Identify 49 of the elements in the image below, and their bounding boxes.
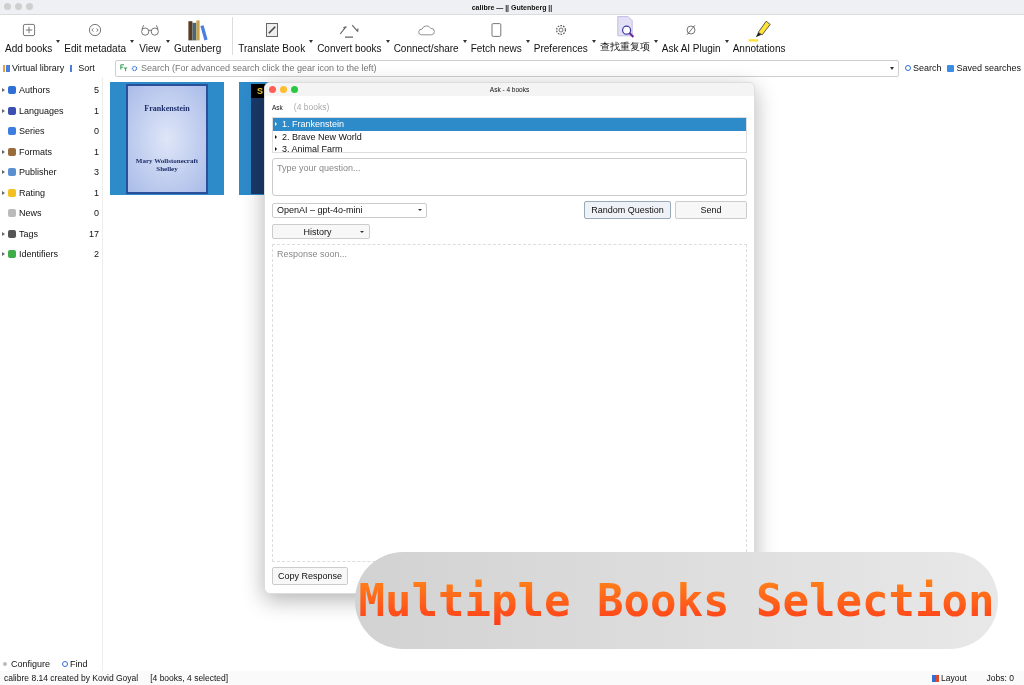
search-button[interactable]: Search: [904, 63, 942, 73]
send-button[interactable]: Send: [675, 201, 747, 219]
tag-browser-item[interactable]: Series 0: [0, 121, 102, 142]
configure-button[interactable]: Configure: [3, 659, 51, 669]
model-dropdown[interactable]: OpenAI – gpt-4o-mini: [272, 202, 427, 218]
toolbar-button[interactable]: 查找重复项: [596, 15, 659, 59]
virtual-library-button[interactable]: Virtual library: [3, 63, 65, 73]
tag-browser-item[interactable]: News 0: [0, 203, 102, 224]
history-button[interactable]: History: [272, 224, 370, 239]
question-field[interactable]: Type your question...: [272, 158, 747, 196]
book-list-item[interactable]: 2. Brave New World: [273, 130, 746, 143]
book-list-item[interactable]: 3. Animal Farm: [273, 143, 746, 152]
saved-searches-button[interactable]: Saved searches: [947, 63, 1021, 73]
jobs-count: Jobs: 0: [986, 673, 1014, 683]
dialog-button[interactable]: Copy Response: [272, 567, 349, 585]
toolbar-button[interactable]: Add books: [2, 18, 62, 59]
filter-icon[interactable]: [119, 64, 128, 72]
find-button[interactable]: Find: [62, 659, 88, 669]
random-question-button[interactable]: Random Question: [584, 201, 671, 219]
toolbar-button[interactable]: Translate Book: [235, 18, 315, 59]
cover-title: Frankenstein: [144, 103, 190, 113]
toolbar-button[interactable]: Annotations: [729, 18, 795, 59]
book-list[interactable]: 1. Frankenstein 2. Brave New World 3. Animal Farm: [272, 117, 747, 153]
toolbar-button[interactable]: Connect/share: [390, 18, 468, 59]
book-list-item[interactable]: 1. Frankenstein: [273, 118, 746, 131]
tag-browser-item[interactable]: Tags 17: [0, 223, 102, 244]
toolbar-button[interactable]: Preferences: [530, 18, 597, 59]
toolbar-button[interactable]: Edit metadata: [61, 18, 135, 59]
book-count: (4 books): [293, 102, 330, 112]
books-icon: [185, 18, 210, 42]
sort-button[interactable]: Sort: [70, 63, 95, 73]
layout-button[interactable]: Layout: [932, 673, 967, 683]
tag-browser-item[interactable]: Authors 5: [0, 80, 102, 101]
tag-browser-item[interactable]: Identifiers 2: [0, 244, 102, 265]
toolbar-button[interactable]: View: [135, 18, 171, 59]
status-text: calibre 8.14 created by Kovid Goyal: [4, 673, 139, 683]
tag-browser-item[interactable]: Publisher 3: [0, 162, 102, 183]
window-controls-icon[interactable]: [269, 86, 298, 93]
search-box[interactable]: Search (For advanced search click the gear icon to the left): [114, 59, 899, 77]
toolbar-button[interactable]: Ask AI Plugin: [658, 18, 730, 59]
toolbar-button[interactable]: Gutenberg: [171, 18, 231, 59]
tag-browser-item[interactable]: Languages 1: [0, 100, 102, 121]
tag-browser-item[interactable]: Rating 1: [0, 182, 102, 203]
toolbar-button[interactable]: Convert books: [314, 18, 391, 59]
selection-count: [4 books, 4 selected]: [150, 673, 229, 683]
settings-icon[interactable]: [130, 64, 138, 72]
highlighter-icon: [747, 18, 772, 42]
toolbar-button[interactable]: Fetch news: [467, 18, 531, 59]
tag-browser-item[interactable]: Formats 1: [0, 141, 102, 162]
